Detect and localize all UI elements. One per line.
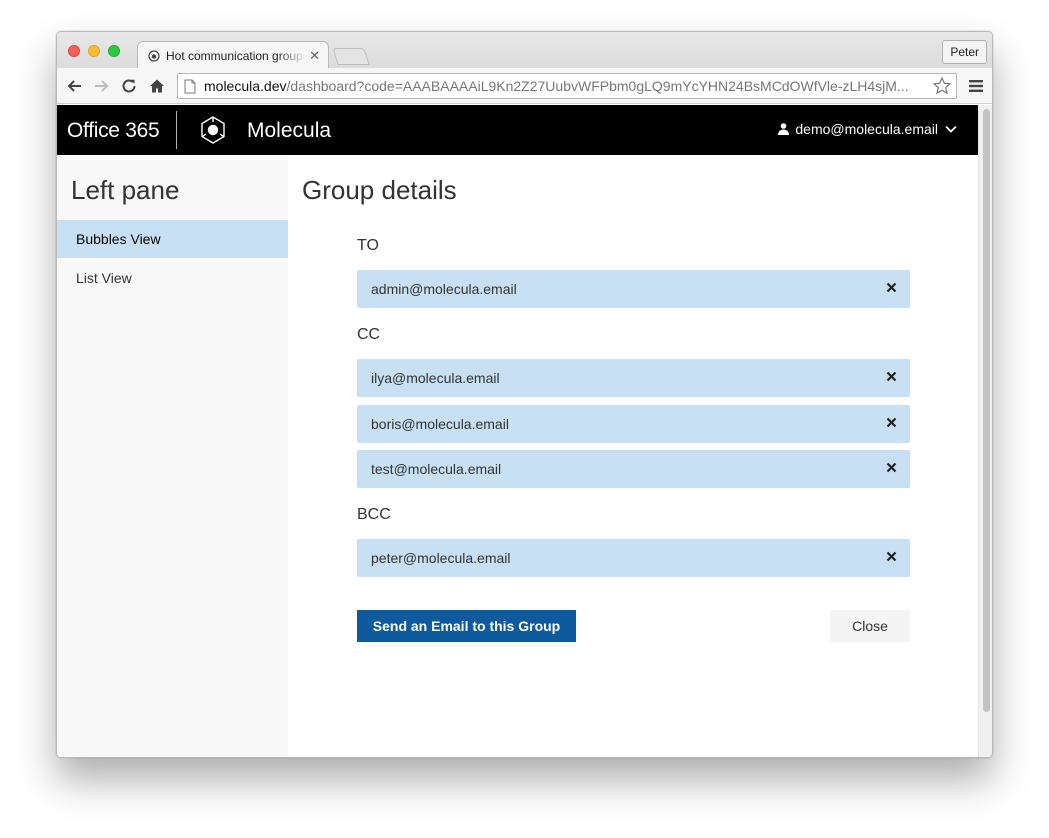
- app-header: Office 365 Molecula demo@molecula.email: [57, 105, 978, 155]
- recipient-email: test@molecula.email: [371, 461, 502, 477]
- nav-item-bubbles-view[interactable]: Bubbles View: [57, 220, 288, 258]
- header-divider: [176, 111, 177, 149]
- recipient-bubble: test@molecula.email: [357, 450, 910, 488]
- address-bar[interactable]: molecula.dev/dashboard?code=AAABAAAAiL9K…: [177, 73, 957, 99]
- remove-recipient-icon[interactable]: [884, 549, 898, 563]
- remove-recipient-icon[interactable]: [884, 369, 898, 383]
- home-icon[interactable]: [148, 77, 166, 95]
- back-icon[interactable]: [65, 77, 83, 95]
- recipient-bubble: admin@molecula.email: [357, 270, 910, 308]
- page-icon: [184, 79, 196, 93]
- user-email: demo@molecula.email: [795, 121, 938, 137]
- left-pane-title: Left pane: [71, 175, 180, 205]
- new-tab-button[interactable]: [332, 48, 370, 65]
- nav-item-list-view[interactable]: List View: [57, 259, 288, 297]
- close-window-button[interactable]: [68, 45, 80, 57]
- recipient-bubble: ilya@molecula.email: [357, 359, 910, 397]
- tab-strip: Hot communication groups ✕ Peter: [57, 32, 992, 69]
- reload-icon[interactable]: [120, 77, 138, 95]
- vertical-scrollbar[interactable]: [978, 105, 992, 757]
- remove-recipient-icon[interactable]: [884, 415, 898, 429]
- close-button[interactable]: Close: [830, 610, 910, 642]
- recipient-email: peter@molecula.email: [371, 550, 511, 566]
- tab-close-icon[interactable]: ✕: [309, 48, 320, 64]
- url-host: molecula.dev: [204, 78, 287, 94]
- bookmark-star-icon[interactable]: [932, 76, 952, 96]
- browser-window: Hot communication groups ✕ Peter molecul…: [56, 31, 993, 758]
- molecula-favicon-icon: [148, 49, 160, 62]
- browser-toolbar: molecula.dev/dashboard?code=AAABAAAAiL9K…: [57, 68, 992, 104]
- app-name: Molecula: [247, 119, 332, 142]
- group-details-panel: Group details TO admin@molecula.email CC…: [288, 155, 978, 757]
- section-label-bcc: BCC: [357, 506, 391, 523]
- recipient-email: admin@molecula.email: [371, 281, 517, 297]
- recipient-email: boris@molecula.email: [371, 416, 509, 432]
- window-controls: [68, 45, 120, 57]
- tab-title: Hot communication groups: [166, 48, 306, 63]
- recipient-bubble: peter@molecula.email: [357, 539, 910, 577]
- page-title: Group details: [302, 175, 457, 205]
- recipient-bubble: boris@molecula.email: [357, 405, 910, 443]
- user-menu[interactable]: demo@molecula.email: [778, 121, 958, 137]
- molecula-logo-icon: [201, 116, 225, 144]
- profile-button[interactable]: Peter: [942, 40, 987, 64]
- forward-icon[interactable]: [93, 77, 111, 95]
- remove-recipient-icon[interactable]: [884, 280, 898, 294]
- menu-icon[interactable]: [967, 77, 985, 95]
- user-icon: [778, 123, 790, 135]
- section-label-to: TO: [357, 237, 379, 254]
- send-email-button[interactable]: Send an Email to this Group: [357, 610, 576, 642]
- left-pane: Left pane Bubbles View List View: [57, 155, 288, 757]
- remove-recipient-icon[interactable]: [884, 460, 898, 474]
- url-path: /dashboard?code=AAABAAAAiL9Kn2Z27UubvWFP…: [286, 78, 909, 94]
- scrollbar-thumb[interactable]: [983, 109, 990, 712]
- browser-tab[interactable]: Hot communication groups ✕: [137, 41, 329, 69]
- chevron-down-icon: [945, 125, 957, 133]
- section-label-cc: CC: [357, 326, 381, 343]
- minimize-window-button[interactable]: [88, 45, 100, 57]
- maximize-window-button[interactable]: [108, 45, 120, 57]
- url-text: molecula.dev/dashboard?code=AAABAAAAiL9K…: [204, 78, 932, 94]
- recipient-email: ilya@molecula.email: [371, 370, 500, 386]
- office-365-label[interactable]: Office 365: [67, 119, 160, 143]
